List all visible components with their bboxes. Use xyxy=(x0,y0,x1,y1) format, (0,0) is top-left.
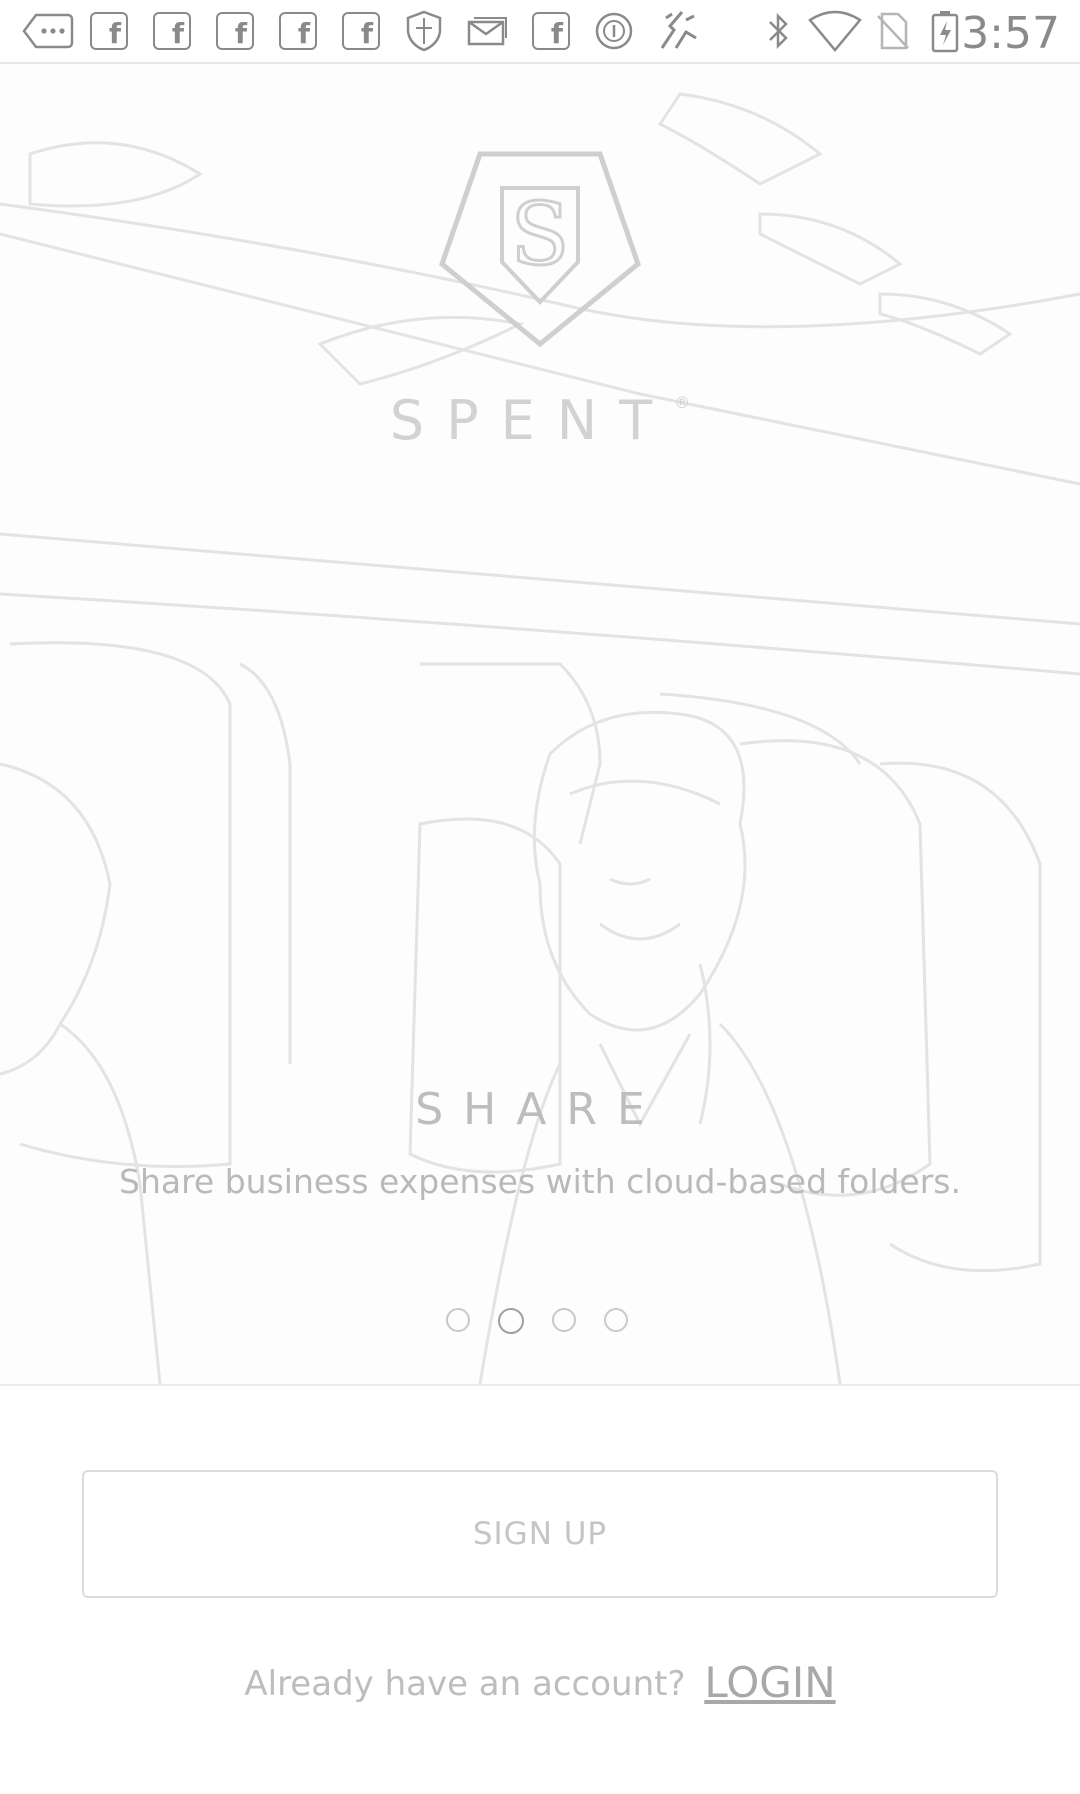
brand-text: SPENT xyxy=(389,389,675,452)
sign-up-button[interactable]: SIGN UP xyxy=(82,1470,998,1598)
facebook-icon: f xyxy=(216,10,254,52)
login-prompt-row: Already have an account? LOGIN xyxy=(0,1658,1080,1707)
slide-description: Share business expenses with cloud-based… xyxy=(119,1162,961,1201)
fire-icon xyxy=(652,10,702,52)
slide-title: SHARE xyxy=(415,1084,665,1135)
page-dot-4[interactable] xyxy=(604,1308,628,1332)
facebook-icon: f xyxy=(279,10,317,52)
more-icon xyxy=(22,10,74,52)
facebook-icon: f xyxy=(532,10,570,52)
clock-time: 3:57 xyxy=(961,8,1060,59)
page-dot-2[interactable] xyxy=(498,1308,524,1334)
brand-name: SPENT® xyxy=(0,389,1080,452)
battery-charging-icon xyxy=(930,10,960,53)
registered-mark: ® xyxy=(674,393,691,412)
onboarding-hero[interactable]: S SPENT® SHARE Share business expenses w… xyxy=(0,64,1080,1386)
no-sim-icon xyxy=(874,10,910,52)
mail-icon xyxy=(466,10,508,52)
circle-icon xyxy=(594,10,634,52)
login-link[interactable]: LOGIN xyxy=(704,1658,835,1707)
page-dot-3[interactable] xyxy=(552,1308,576,1332)
facebook-icon: f xyxy=(90,10,128,52)
shield-icon xyxy=(404,10,444,52)
pagination-dots xyxy=(446,1308,628,1334)
facebook-icon: f xyxy=(153,10,191,52)
logo-letter: S xyxy=(511,185,570,285)
bluetooth-icon xyxy=(764,10,794,52)
wifi-icon xyxy=(808,10,862,52)
login-prompt-text: Already have an account? xyxy=(244,1664,686,1704)
facebook-icon: f xyxy=(342,10,380,52)
page-dot-1[interactable] xyxy=(446,1308,470,1332)
status-bar: f f f f f f 3:57 xyxy=(0,0,1080,64)
spent-logo-icon: S xyxy=(439,151,641,348)
